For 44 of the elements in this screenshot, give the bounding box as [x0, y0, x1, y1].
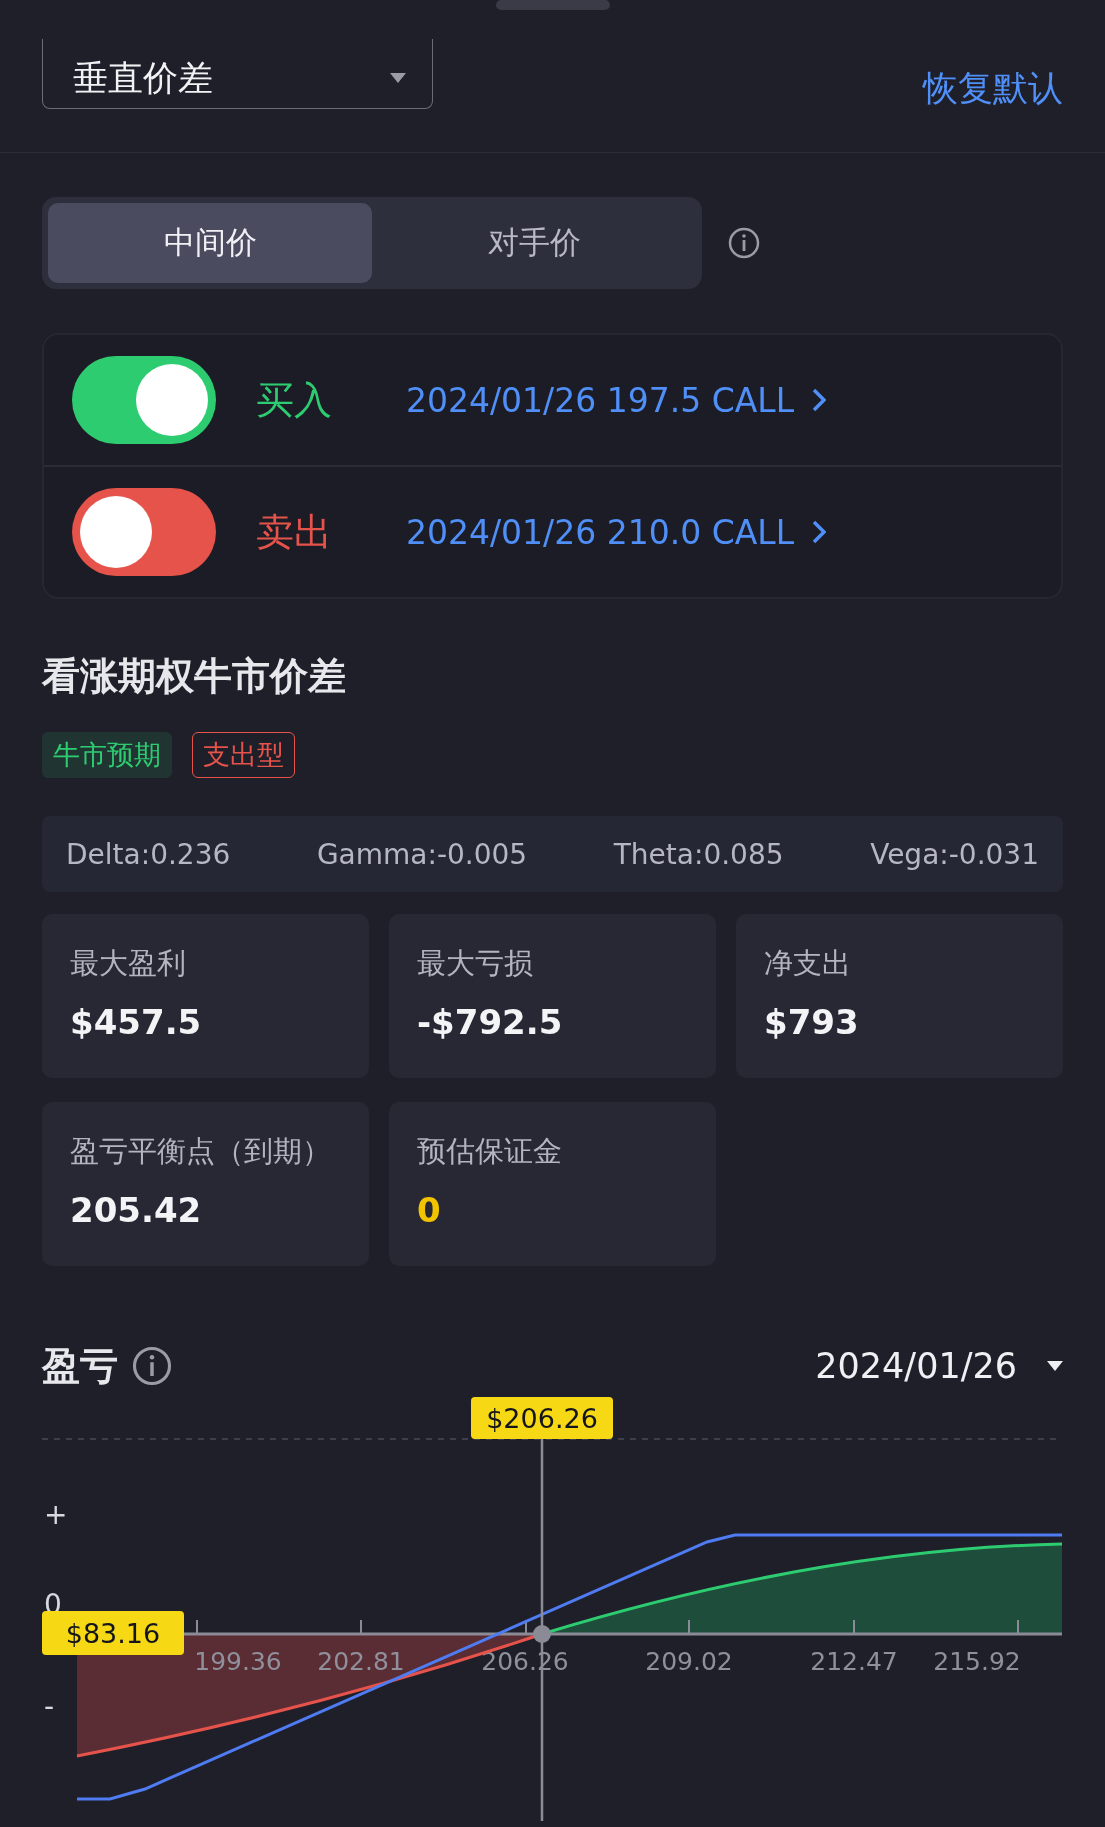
- axis-label: -: [44, 1690, 55, 1723]
- price-tab[interactable]: 对手价: [372, 203, 696, 283]
- axis-label: 202.81: [317, 1647, 405, 1676]
- contract-link[interactable]: 2024/01/26 197.5 CALL: [406, 380, 827, 420]
- chevron-right-icon: [812, 520, 827, 544]
- info-icon[interactable]: [132, 1346, 172, 1386]
- strategy-title: 看涨期权牛市价差: [42, 653, 347, 700]
- metric-value: -$792.5: [417, 1002, 564, 1042]
- metric-value: 205.42: [70, 1190, 203, 1230]
- greek-value: Delta:0.236: [66, 837, 231, 871]
- date-dropdown[interactable]: 2024/01/26: [815, 1346, 1063, 1386]
- metric-label: 最大亏损: [417, 945, 534, 982]
- info-icon[interactable]: [728, 227, 760, 259]
- leg-action: 买入: [256, 376, 333, 424]
- reset-link[interactable]: 恢复默认: [923, 65, 1063, 112]
- axis-label: 212.47: [810, 1647, 898, 1676]
- caret-icon: [390, 73, 406, 83]
- axis-label: +: [44, 1498, 68, 1531]
- greek-value: Vega:-0.031: [870, 837, 1039, 871]
- metric-value: $793: [764, 1002, 860, 1042]
- contract-link[interactable]: 2024/01/26 210.0 CALL: [406, 512, 827, 552]
- strategy-tag: 牛市预期: [42, 732, 172, 778]
- metric-label: 预估保证金: [417, 1133, 563, 1170]
- metric-label: 净支出: [764, 945, 852, 982]
- crosshair-dot: [533, 1625, 551, 1643]
- strategy-tag: 支出型: [192, 732, 295, 778]
- leg-action: 卖出: [256, 508, 333, 556]
- metric-value: $457.5: [70, 1002, 203, 1042]
- greek-value: Theta:0.085: [613, 837, 784, 871]
- axis-label: 199.36: [194, 1647, 282, 1676]
- metric-label: 盈亏平衡点（到期）: [70, 1133, 332, 1170]
- caret-icon: [1047, 1361, 1063, 1371]
- crosshair-price-label: $206.26: [471, 1397, 613, 1439]
- axis-label: 215.92: [933, 1647, 1021, 1676]
- strategy-dropdown[interactable]: 垂直价差: [42, 38, 433, 109]
- axis-label: 209.02: [645, 1647, 733, 1676]
- drag-handle[interactable]: [495, 0, 610, 10]
- chevron-right-icon: [812, 388, 827, 412]
- greek-value: Gamma:-0.005: [316, 837, 528, 871]
- metric-value: 0: [417, 1190, 442, 1230]
- price-label: $83.16: [42, 1611, 184, 1655]
- price-tab[interactable]: 中间价: [48, 203, 372, 283]
- metric-label: 最大盈利: [70, 945, 187, 982]
- chart-title: 盈亏: [42, 1342, 118, 1390]
